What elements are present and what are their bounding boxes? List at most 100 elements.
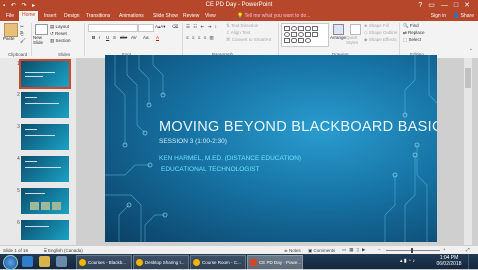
maximize-icon[interactable]: □ (454, 2, 464, 9)
rectangle-shape-icon[interactable] (312, 32, 318, 37)
font-name-dropdown[interactable] (88, 24, 138, 32)
font-color-button[interactable]: A (156, 35, 159, 40)
slide-author[interactable]: KEN HARMEL, M.ED. (DISTANCE EDUCATION) (159, 155, 301, 162)
rectangle-shape-icon[interactable] (305, 32, 311, 37)
zoom-out-button[interactable]: − (378, 247, 381, 252)
tab-animations[interactable]: Animations (116, 12, 147, 20)
start-button[interactable] (3, 255, 18, 270)
close-icon[interactable]: ✕ (464, 2, 476, 9)
rounded-rect-shape-icon[interactable] (305, 26, 311, 31)
taskbar-item-courses[interactable]: Courses - Blackb... (76, 255, 132, 270)
share-button[interactable]: 👤 Share (453, 13, 474, 19)
slide-subtitle[interactable]: SESSION 3 (1:00-2:30) (159, 138, 227, 145)
rectangle-shape-icon[interactable] (284, 38, 290, 43)
slide-title[interactable]: MOVING BEYOND BLACKBOARD BASICS (159, 119, 437, 135)
oval-shape-icon[interactable] (305, 38, 311, 43)
layout-button[interactable]: ▤ Layout (50, 24, 69, 30)
taskbar-item-powerpoint[interactable]: CE PD Day - Powe... (247, 255, 303, 270)
align-text-button[interactable]: ⇳ Align Text (226, 30, 250, 36)
sign-in-link[interactable]: Sign in (431, 13, 446, 19)
align-icons[interactable]: ≡ ≡ ≡ ≡ ▥ (186, 35, 215, 41)
taskbar-item-course-room[interactable]: Course Room - C... (190, 255, 246, 270)
tell-me-search[interactable]: 💡 Tell me what you want to do... (237, 13, 310, 19)
oval-shape-icon[interactable] (298, 32, 304, 37)
rectangle-shape-icon[interactable] (284, 26, 290, 31)
ie-pinned-icon[interactable] (22, 256, 33, 267)
arrange-button[interactable]: Arrange (330, 35, 346, 40)
rectangle-shape-icon[interactable] (312, 26, 318, 31)
font-size-dropdown[interactable] (138, 24, 154, 32)
clear-format-icon[interactable]: ⌫ (172, 24, 178, 30)
slide-role[interactable]: EDUCATIONAL TECHNOLOGIST (161, 166, 259, 173)
slide-thumbnail[interactable] (21, 156, 69, 182)
tab-design[interactable]: Design (61, 12, 83, 20)
smartart-button[interactable]: ⌘ Convert to SmartArt (226, 37, 272, 43)
tray-icons[interactable]: ▴ ▮ ◔ ♪ (400, 258, 415, 264)
shape-effects-button[interactable]: ◆ Shape Effects (364, 37, 397, 43)
replace-button[interactable]: ⇄ Replace (403, 30, 425, 36)
window-controls[interactable]: ?▭—□✕ (418, 1, 476, 9)
tab-file[interactable]: File (3, 12, 17, 20)
paste-icon[interactable] (4, 23, 18, 37)
bold-button[interactable]: B (92, 35, 95, 40)
tab-transitions[interactable]: Transitions (83, 12, 113, 20)
section-button[interactable]: ▥ Section (50, 38, 71, 44)
tab-review[interactable]: Review (180, 12, 202, 20)
cut-icon[interactable]: ✂ (20, 24, 24, 30)
rectangle-shape-icon[interactable] (291, 32, 297, 37)
rounded-rect-shape-icon[interactable] (291, 38, 297, 43)
scrollbar-thumb[interactable] (465, 68, 471, 88)
slide-thumbnail[interactable] (21, 220, 69, 240)
rectangle-shape-icon[interactable] (298, 38, 304, 43)
language-indicator[interactable]: ⌸ English (Canada) (44, 248, 83, 253)
find-button[interactable]: 🔍 Find (403, 23, 419, 29)
underline-button[interactable]: U (106, 35, 109, 40)
slide-thumbnail[interactable] (21, 92, 69, 118)
shadow-button[interactable]: S (113, 35, 116, 40)
tab-insert[interactable]: Insert (41, 12, 60, 20)
italic-button[interactable]: I (99, 35, 100, 40)
collapse-ribbon-icon[interactable]: ⌃ (469, 48, 473, 54)
show-desktop-button[interactable] (468, 254, 478, 269)
shape-outline-button[interactable]: ◇ Shape Outline (364, 30, 397, 36)
slide-thumbnail[interactable] (21, 188, 69, 214)
zoom-slider-handle[interactable] (411, 248, 413, 253)
font-grow-icon[interactable]: A▴A▾ (155, 24, 166, 30)
view-buttons[interactable]: ▭▦▯▶ (342, 247, 368, 253)
bullets-icon[interactable]: ☰ ☷ ⇤ ⇥ ↕ (186, 24, 218, 30)
oval-shape-icon[interactable] (291, 26, 297, 31)
vertical-scrollbar[interactable] (464, 58, 472, 245)
slide-thumbnail[interactable] (19, 59, 71, 89)
new-slide-button[interactable]: New Slide (33, 35, 49, 45)
zoom-in-button[interactable]: + (443, 247, 446, 252)
oval-shape-icon[interactable] (284, 32, 290, 37)
file-explorer-pinned-icon[interactable] (39, 256, 50, 267)
quick-styles-button[interactable]: Quick Styles (346, 35, 362, 45)
ribbon-display-icon[interactable]: ▭ (428, 2, 441, 9)
copy-icon[interactable]: ⎘ (20, 31, 24, 36)
taskbar-item-desktop-sharing[interactable]: Desktop Sharing I... (133, 255, 189, 270)
arrange-icon[interactable] (333, 24, 344, 35)
text-direction-button[interactable]: ⇅ Text Direction (226, 23, 258, 29)
char-spacing-button[interactable]: AV (131, 35, 137, 40)
zoom-slider[interactable] (386, 250, 440, 251)
tab-slide-show[interactable]: Slide Show (150, 12, 181, 20)
clock[interactable]: 1:04 PM 06/02/2018 (436, 255, 462, 267)
minimize-icon[interactable]: — (441, 2, 454, 9)
quick-styles-icon[interactable] (350, 24, 361, 35)
select-button[interactable]: ⬚ Select (403, 37, 421, 43)
shape-fill-button[interactable]: ◈ Shape Fill (364, 23, 389, 29)
help-icon[interactable]: ? (418, 2, 428, 9)
paste-button[interactable]: Paste (3, 36, 15, 41)
current-slide[interactable]: MOVING BEYOND BLACKBOARD BASICS SESSION … (105, 55, 437, 242)
tab-view[interactable]: View (202, 12, 219, 20)
strikethrough-button[interactable]: abc (120, 35, 127, 40)
rectangle-shape-icon[interactable] (298, 26, 304, 31)
new-slide-icon[interactable] (35, 24, 48, 35)
change-case-button[interactable]: Aa (143, 35, 149, 40)
format-painter-icon[interactable]: 🖌 (20, 38, 26, 44)
fit-to-window-icon[interactable]: ⤢ (466, 247, 470, 252)
media-pinned-icon[interactable] (56, 256, 67, 267)
reset-button[interactable]: ↺ Reset (50, 31, 67, 37)
slide-thumbnail[interactable] (21, 124, 69, 150)
